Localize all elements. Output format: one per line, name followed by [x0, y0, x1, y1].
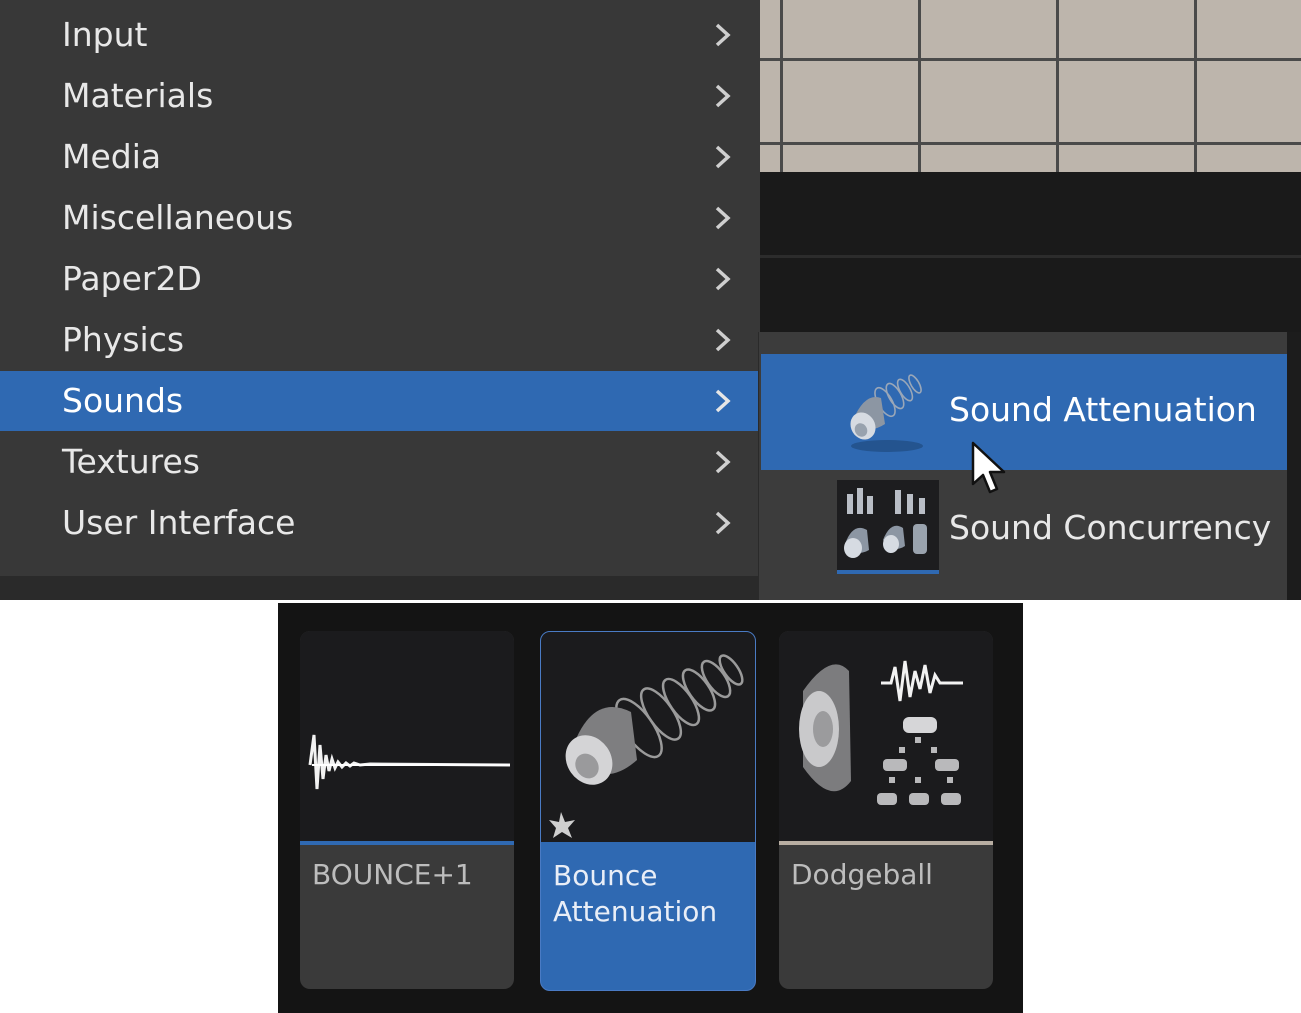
sound-attenuation-icon: [850, 374, 923, 452]
content-browser-panel: BOUNCE+1 Bounce Attenuation Dodgeball: [278, 603, 1023, 1013]
menu-item-materials[interactable]: Materials: [0, 66, 760, 126]
chevron-right-icon: [715, 267, 731, 291]
submenu-item-label: Sound Concurrency: [949, 508, 1272, 547]
chevron-right-icon: [715, 511, 731, 535]
menu-item-label: Physics: [62, 320, 185, 359]
menu-item-label: Sounds: [62, 381, 184, 420]
menu-item-user-interface[interactable]: User Interface: [0, 493, 760, 553]
chevron-right-icon: [715, 23, 731, 47]
chevron-right-icon: [715, 450, 731, 474]
submenu-item-sound-concurrency[interactable]: Sound Concurrency: [761, 472, 1287, 588]
asset-type-bar: [779, 841, 993, 845]
asset-thumbnail: [541, 632, 755, 842]
asset-tile-bounce-attenuation[interactable]: Bounce Attenuation: [540, 631, 756, 991]
chevron-right-icon: [715, 328, 731, 352]
asset-category-menu: Input Materials Media Miscellaneous Pape…: [0, 0, 760, 600]
chevron-right-icon: [715, 389, 731, 413]
menu-item-label: Input: [62, 15, 148, 54]
menu-item-paper2d[interactable]: Paper2D: [0, 249, 760, 309]
menu-item-miscellaneous[interactable]: Miscellaneous: [0, 188, 760, 248]
menu-item-media[interactable]: Media: [0, 127, 760, 187]
sound-attenuation-icon: [549, 654, 744, 838]
asset-name: Bounce Attenuation: [553, 859, 718, 928]
asset-thumbnail: [300, 631, 514, 841]
menu-item-input[interactable]: Input: [0, 5, 760, 65]
menu-item-sounds[interactable]: Sounds: [0, 371, 760, 431]
asset-tile-bounce-plus-1[interactable]: BOUNCE+1: [300, 631, 514, 989]
asset-thumbnail: [779, 631, 993, 841]
menu-item-label: User Interface: [62, 503, 296, 542]
level-viewport-floor[interactable]: [758, 0, 1301, 172]
submenu-item-label: Sound Attenuation: [949, 390, 1257, 429]
menu-item-label: Materials: [62, 76, 214, 115]
chevron-right-icon: [715, 84, 731, 108]
sounds-submenu: Sound Attenuation Sound Concurrency: [758, 332, 1287, 600]
menu-item-label: Paper2D: [62, 259, 202, 298]
editor-top-region: Input Materials Media Miscellaneous Pape…: [0, 0, 1301, 600]
sound-concurrency-icon: [837, 480, 939, 574]
menu-item-textures[interactable]: Textures: [0, 432, 760, 492]
menu-item-label: Textures: [62, 442, 200, 481]
asset-name: BOUNCE+1: [312, 858, 473, 891]
menu-item-label: Miscellaneous: [62, 198, 294, 237]
menu-item-label: Media: [62, 137, 162, 176]
submenu-item-sound-attenuation[interactable]: Sound Attenuation: [761, 354, 1287, 470]
menu-footer: [0, 576, 760, 600]
mouse-cursor-icon: [971, 441, 1006, 494]
chevron-right-icon: [715, 206, 731, 230]
menu-item-physics[interactable]: Physics: [0, 310, 760, 370]
asset-name: Dodgeball: [791, 858, 933, 891]
asset-tile-dodgeball[interactable]: Dodgeball: [779, 631, 993, 989]
viewport-shadow-area: [758, 172, 1301, 332]
viewport-divider: [758, 255, 1301, 258]
chevron-right-icon: [715, 145, 731, 169]
asset-type-bar: [300, 841, 514, 845]
sound-wave-icon: [308, 734, 511, 790]
sound-cue-icon: [799, 660, 963, 805]
